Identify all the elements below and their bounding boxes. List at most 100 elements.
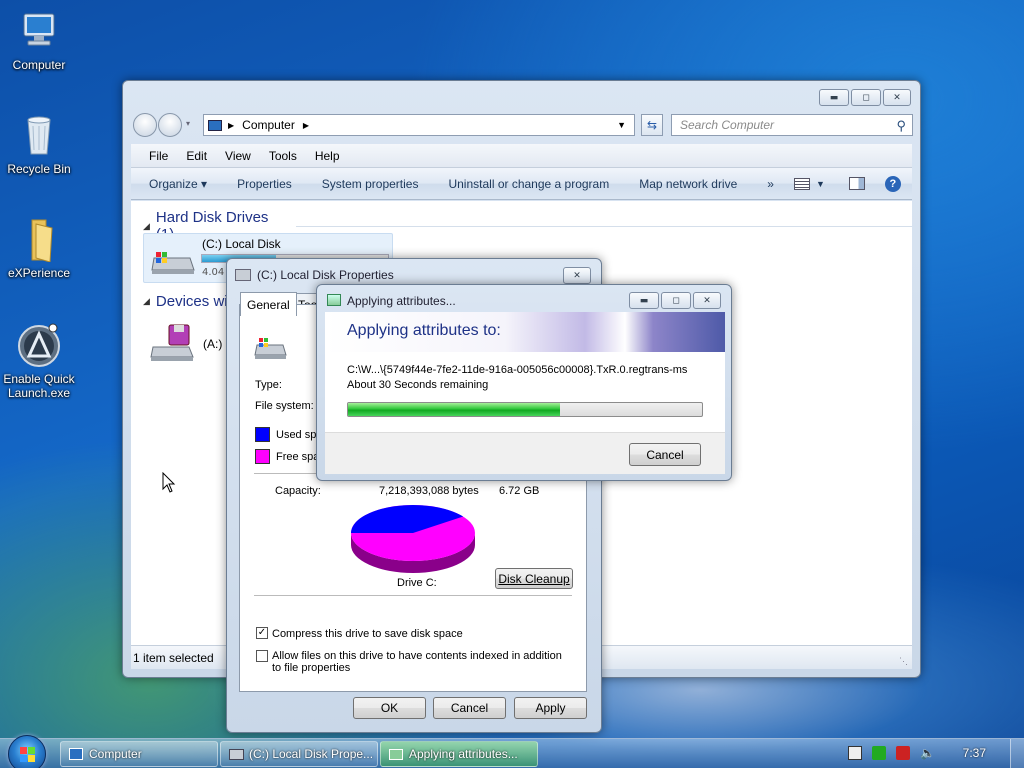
- forward-button[interactable]: [158, 113, 182, 137]
- notes-tray-icon[interactable]: [848, 746, 862, 760]
- menu-tools[interactable]: Tools: [269, 149, 297, 163]
- properties-button[interactable]: Properties: [237, 177, 292, 191]
- uninstall-program-button[interactable]: Uninstall or change a program: [448, 177, 609, 191]
- breadcrumb-arrow-icon[interactable]: ▶: [303, 121, 309, 130]
- menu-help[interactable]: Help: [315, 149, 340, 163]
- progress-bar: [347, 402, 703, 417]
- taskbar: Computer (C:) Local Disk Prope... Applyi…: [0, 735, 1024, 768]
- address-dropdown-icon[interactable]: ▼: [617, 120, 626, 130]
- desktop-icon-label: Recycle Bin: [7, 162, 71, 176]
- minimize-button[interactable]: ▬: [629, 292, 659, 309]
- taskbar-item-label: Applying attributes...: [409, 747, 518, 761]
- group-divider: [295, 225, 912, 227]
- breadcrumb-separator-icon: ▶: [228, 120, 235, 130]
- taskbar-item-label: (C:) Local Disk Prope...: [249, 747, 374, 761]
- search-input[interactable]: Search Computer ⚲: [671, 114, 913, 136]
- compress-label: Compress this drive to save disk space: [272, 628, 463, 640]
- status-text: 1 item selected: [133, 650, 214, 665]
- disk-cleanup-button[interactable]: Disk Cleanup: [495, 568, 573, 589]
- current-file-path: C:\W...\{5749f44e-7fe2-11de-916a-005056c…: [347, 364, 688, 376]
- computer-icon: [16, 8, 62, 54]
- network-tray-icon[interactable]: [896, 746, 910, 760]
- taskbar-item-computer[interactable]: Computer: [60, 741, 218, 767]
- cancel-button[interactable]: Cancel: [433, 697, 506, 719]
- organize-button[interactable]: Organize ▾: [149, 177, 207, 191]
- map-network-drive-button[interactable]: Map network drive: [639, 177, 737, 191]
- desktop-icon-experience[interactable]: eXPerience: [0, 216, 78, 280]
- system-properties-button[interactable]: System properties: [322, 177, 419, 191]
- close-button[interactable]: ✕: [883, 89, 911, 106]
- taskbar-item-applying[interactable]: Applying attributes...: [380, 741, 538, 767]
- mouse-cursor-icon: [162, 472, 176, 493]
- menu-bar: File Edit View Tools Help: [131, 144, 912, 168]
- cancel-button[interactable]: Cancel: [629, 443, 701, 466]
- desktop-icon-label: Enable Quick Launch.exe: [3, 372, 75, 400]
- refresh-icon[interactable]: ⇆: [641, 114, 663, 136]
- file-system-label: File system:: [255, 400, 314, 412]
- group-devices[interactable]: ◢ Devices wit: [143, 293, 232, 310]
- divider: [254, 595, 572, 596]
- breadcrumb-computer[interactable]: Computer: [242, 118, 295, 132]
- quick-launch-icon: [16, 322, 62, 368]
- floppy-drive-icon: [149, 323, 195, 363]
- drive-c-name: (C:) Local Disk: [202, 237, 281, 251]
- apply-button[interactable]: Apply: [514, 697, 587, 719]
- back-button[interactable]: [133, 113, 157, 137]
- preview-pane-icon[interactable]: [848, 177, 865, 190]
- help-icon[interactable]: ?: [884, 175, 901, 192]
- capacity-gb: 6.72 GB: [499, 485, 540, 497]
- computer-small-icon: [69, 748, 83, 760]
- applying-attributes-dialog: Applying attributes... ▬ ◻ ✕ Applying at…: [316, 284, 732, 481]
- drive-label: Drive C:: [397, 577, 437, 589]
- free-space-label: Free spa: [276, 451, 320, 463]
- menu-edit[interactable]: Edit: [186, 149, 207, 163]
- tab-general[interactable]: General: [240, 292, 297, 316]
- taskbar-item-properties[interactable]: (C:) Local Disk Prope...: [220, 741, 378, 767]
- desktop-icon-computer[interactable]: Computer: [0, 8, 78, 72]
- ok-button[interactable]: OK: [353, 697, 426, 719]
- progress-fill: [348, 403, 561, 416]
- maximize-button[interactable]: ◻: [661, 292, 691, 309]
- desktop-icon-label: Computer: [12, 58, 66, 72]
- show-desktop-button[interactable]: [1010, 739, 1024, 768]
- capacity-label: Capacity:: [275, 485, 321, 497]
- compress-checkbox[interactable]: ✓: [256, 627, 268, 639]
- collapse-arrow-icon[interactable]: ◢: [143, 296, 150, 307]
- start-button[interactable]: [8, 735, 46, 768]
- recent-pages-icon[interactable]: ▾: [186, 119, 190, 128]
- search-icon[interactable]: ⚲: [896, 118, 906, 134]
- close-button[interactable]: ✕: [693, 292, 721, 309]
- volume-muted-icon[interactable]: 🔈: [920, 746, 935, 760]
- maximize-button[interactable]: ◻: [851, 89, 881, 106]
- command-bar: Organize ▾ Properties System properties …: [131, 168, 912, 200]
- drive-c-free-text: 4.04: [202, 267, 225, 278]
- address-row: ▾ ▶ Computer ▶ ▼ ⇆ Search Computer ⚲: [131, 111, 913, 139]
- more-commands-button[interactable]: »: [767, 177, 774, 191]
- address-bar[interactable]: ▶ Computer ▶ ▼: [203, 114, 635, 136]
- collapse-arrow-icon[interactable]: ◢: [143, 221, 150, 232]
- taskbar-item-label: Computer: [89, 747, 142, 761]
- desktop-icon-recycle-bin[interactable]: Recycle Bin: [0, 112, 78, 176]
- dialog-banner: Applying attributes to:: [325, 312, 725, 352]
- views-icon[interactable]: [793, 177, 810, 190]
- drive-icon: [254, 335, 288, 361]
- security-tray-icon[interactable]: [872, 746, 886, 760]
- desktop-icon-quick-launch[interactable]: Enable Quick Launch.exe: [0, 322, 78, 400]
- resize-grip-icon[interactable]: ⋱: [899, 656, 908, 667]
- dialog-body: C:\W...\{5749f44e-7fe2-11de-916a-005056c…: [325, 352, 725, 432]
- minimize-button[interactable]: ▬: [819, 89, 849, 106]
- type-label: Type:: [255, 379, 282, 391]
- dialog-title: Applying attributes...: [347, 294, 456, 308]
- views-dropdown-icon[interactable]: ▼: [816, 179, 825, 189]
- close-button[interactable]: ✕: [563, 267, 591, 284]
- used-space-swatch: [255, 427, 270, 442]
- clock[interactable]: 7:37: [963, 746, 986, 760]
- index-checkbox[interactable]: [256, 650, 268, 662]
- menu-file[interactable]: File: [149, 149, 168, 163]
- capacity-bytes: 7,218,393,088 bytes: [379, 485, 479, 497]
- computer-small-icon: [208, 119, 222, 131]
- drive-small-icon: [235, 269, 251, 281]
- properties-title: (C:) Local Disk Properties: [257, 268, 394, 282]
- index-label: Allow files on this drive to have conten…: [272, 650, 562, 674]
- menu-view[interactable]: View: [225, 149, 251, 163]
